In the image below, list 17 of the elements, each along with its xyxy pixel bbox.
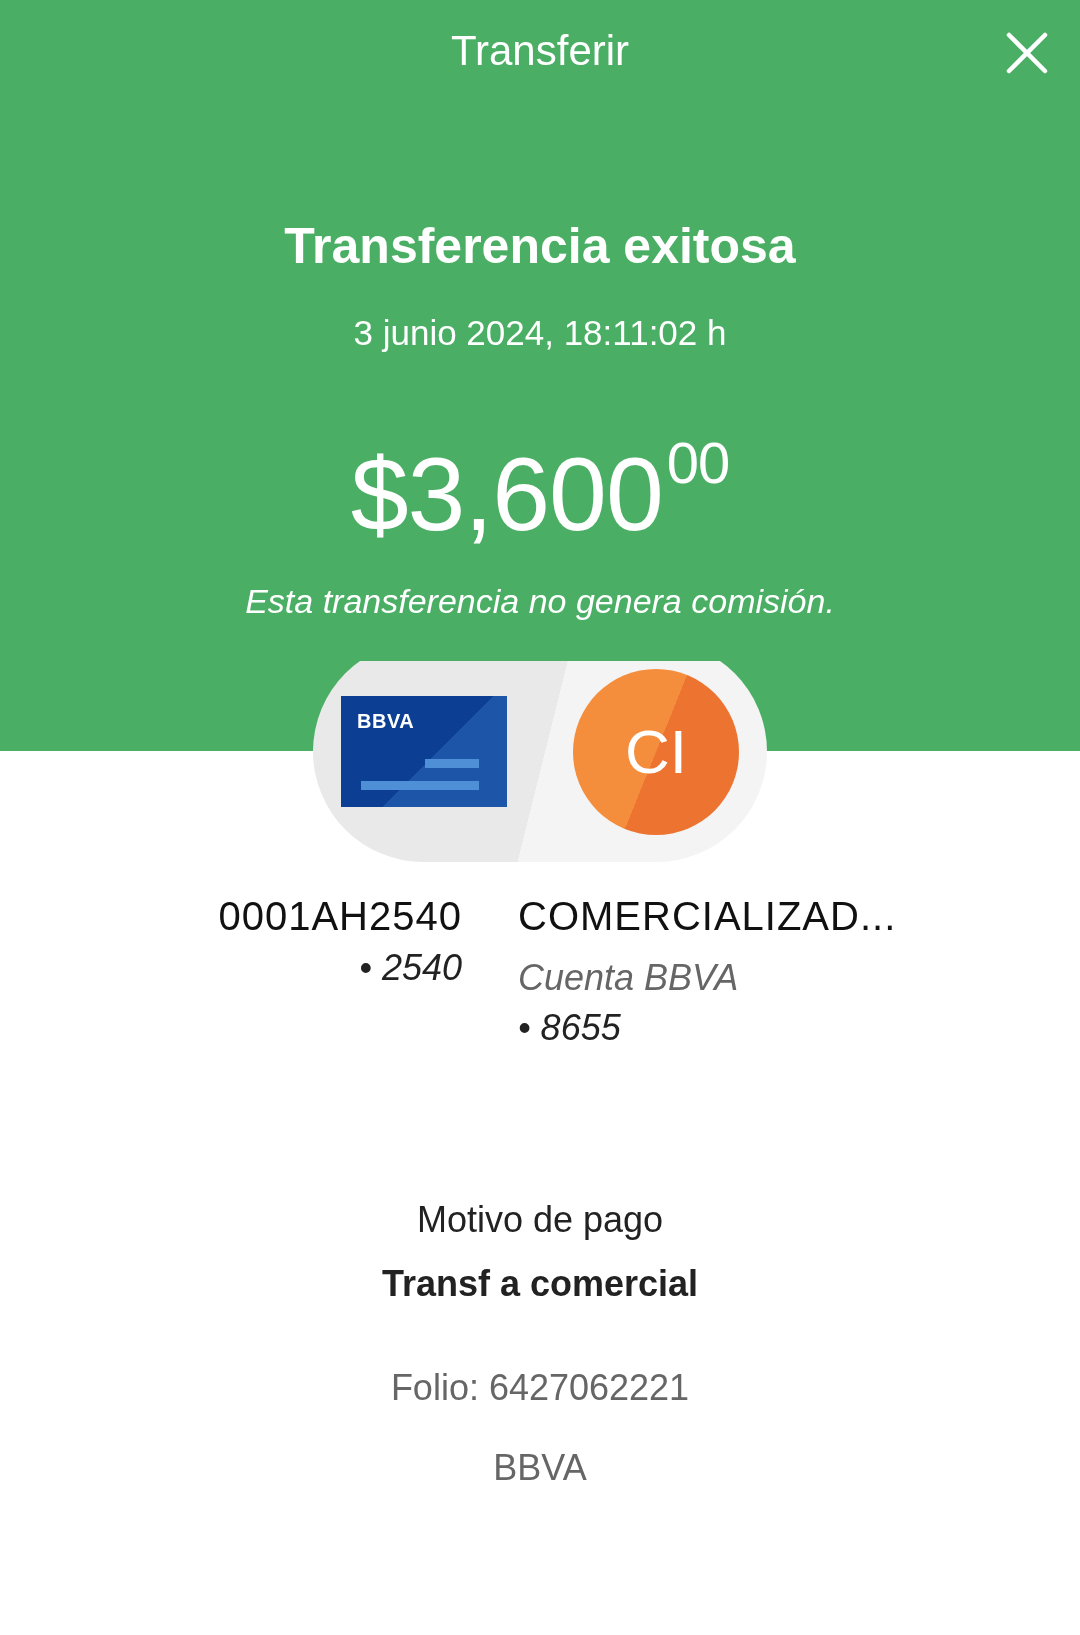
success-title: Transferencia exitosa	[284, 217, 796, 275]
card-logo: BBVA	[357, 710, 416, 733]
bank-name: BBVA	[493, 1447, 587, 1489]
recipient-name: COMERCIALIZAD...	[518, 894, 897, 939]
origin-account-number: • 2540	[359, 947, 462, 989]
origin-account-name: 0001AH2540	[218, 894, 462, 939]
recipient-account-number: • 8655	[518, 1007, 621, 1049]
close-icon	[1006, 32, 1048, 74]
payment-reason-value: Transf a comercial	[381, 1263, 699, 1305]
commission-note: Esta transferencia no genera comisión.	[245, 582, 835, 621]
folio-number: Folio: 6427062221	[390, 1367, 690, 1409]
recipient-avatar: CI	[573, 668, 739, 835]
transfer-amount: $3,600$^{00}$	[350, 435, 730, 554]
payment-reason-label: Motivo de pago	[416, 1199, 664, 1241]
recipient-account-type: Cuenta BBVA	[518, 957, 739, 999]
screen-title: Transferir	[450, 27, 630, 75]
transfer-date: 3 junio 2024, 18:11:02 h	[353, 313, 727, 353]
